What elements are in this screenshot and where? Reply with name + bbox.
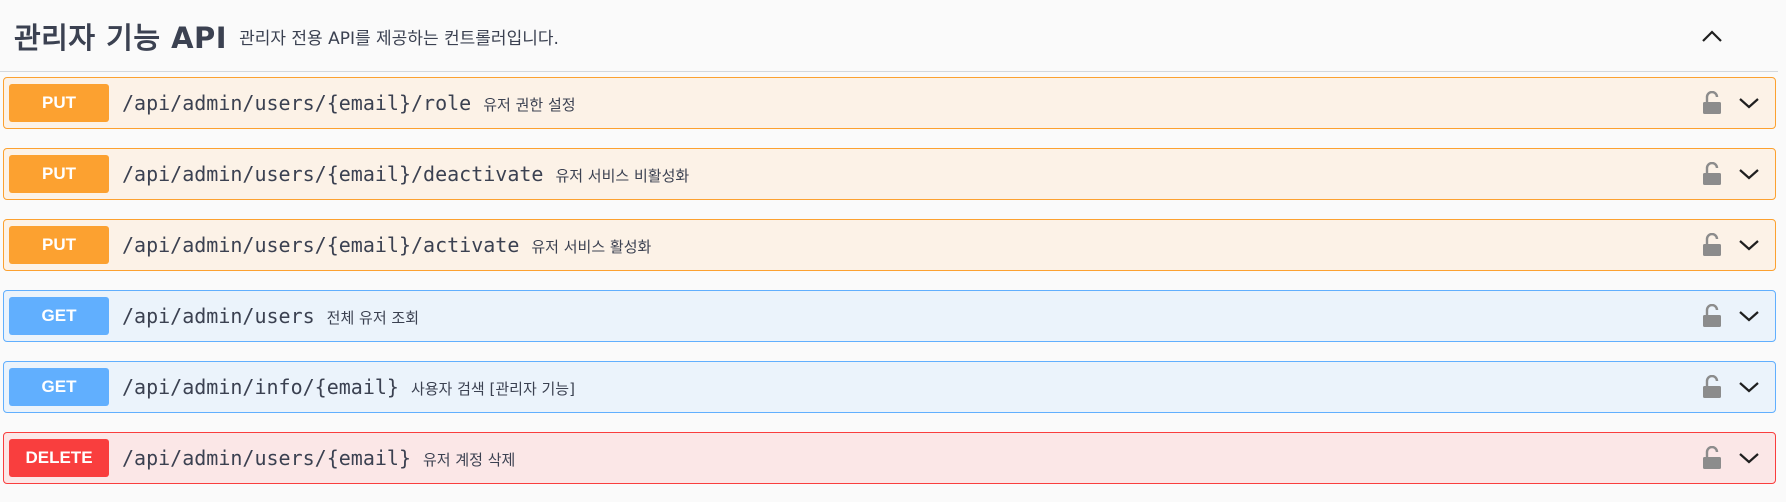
operation-controls [1701,90,1761,116]
chevron-down-icon[interactable] [1737,304,1761,328]
unlocked-padlock-icon[interactable] [1701,374,1723,400]
tag-header[interactable]: 관리자 기능 API 관리자 전용 API를 제공하는 컨트롤러입니다. [0,0,1778,72]
operations-list: PUT /api/admin/users/{email}/role 유저 권한 … [0,77,1786,484]
operation-summary: 유저 계정 삭제 [422,451,516,469]
operation-controls [1701,232,1761,258]
tag-description: 관리자 전용 API를 제공하는 컨트롤러입니다. [239,29,559,49]
collapse-toggle-button[interactable] [1692,16,1732,56]
operation-put-role[interactable]: PUT /api/admin/users/{email}/role 유저 권한 … [3,77,1776,129]
operation-get-users[interactable]: GET /api/admin/users 전체 유저 조회 [3,290,1776,342]
operation-controls [1701,161,1761,187]
operation-put-activate[interactable]: PUT /api/admin/users/{email}/activate 유저… [3,219,1776,271]
admin-api-section: 관리자 기능 API 관리자 전용 API를 제공하는 컨트롤러입니다. PUT… [0,0,1786,502]
operation-path: /api/admin/users/{email} [122,446,411,470]
operation-summary: 유저 서비스 비활성화 [555,167,690,185]
chevron-down-icon[interactable] [1737,446,1761,470]
operation-summary: 유저 권한 설정 [483,96,576,114]
method-badge: GET [9,368,109,406]
operation-path: /api/admin/users [122,304,315,328]
operation-path: /api/admin/users/{email}/deactivate [122,162,544,186]
operation-summary: 전체 유저 조회 [326,309,419,327]
operation-put-deactivate[interactable]: PUT /api/admin/users/{email}/deactivate … [3,148,1776,200]
chevron-down-icon[interactable] [1737,91,1761,115]
operation-get-info[interactable]: GET /api/admin/info/{email} 사용자 검색 [관리자 … [3,361,1776,413]
operation-path: /api/admin/users/{email}/activate [122,233,520,257]
method-badge: PUT [9,155,109,193]
method-badge: DELETE [9,439,109,477]
chevron-down-icon[interactable] [1737,233,1761,257]
operation-summary: 유저 서비스 활성화 [531,238,652,256]
operation-path: /api/admin/users/{email}/role [122,91,472,115]
operation-controls [1701,445,1761,471]
operation-controls [1701,374,1761,400]
operation-path: /api/admin/info/{email} [122,375,399,399]
chevron-down-icon[interactable] [1737,375,1761,399]
unlocked-padlock-icon[interactable] [1701,90,1723,116]
operation-summary: 사용자 검색 [관리자 기능] [410,380,575,398]
chevron-down-icon[interactable] [1737,162,1761,186]
unlocked-padlock-icon[interactable] [1701,445,1723,471]
operation-controls [1701,303,1761,329]
method-badge: GET [9,297,109,335]
unlocked-padlock-icon[interactable] [1701,161,1723,187]
unlocked-padlock-icon[interactable] [1701,232,1723,258]
chevron-up-icon [1702,29,1722,42]
method-badge: PUT [9,84,109,122]
tag-title: 관리자 기능 API [14,20,228,55]
operation-delete-user[interactable]: DELETE /api/admin/users/{email} 유저 계정 삭제 [3,432,1776,484]
unlocked-padlock-icon[interactable] [1701,303,1723,329]
method-badge: PUT [9,226,109,264]
